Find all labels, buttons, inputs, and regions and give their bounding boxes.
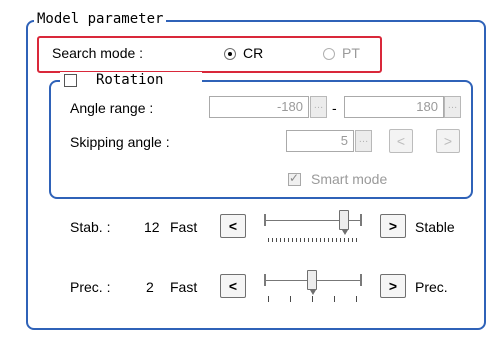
- slider-tick: [332, 238, 333, 242]
- slider-tick: [308, 238, 309, 242]
- prec-prec-label: Prec.: [415, 279, 448, 295]
- slider-tick: [300, 238, 301, 242]
- slider-tick: [312, 238, 313, 242]
- stab-value: 12: [144, 219, 160, 235]
- prec-slider-ticks: [268, 296, 358, 304]
- slider-tick: [352, 238, 353, 242]
- stab-slider-ticks: [268, 238, 358, 244]
- slider-tick: [276, 238, 277, 242]
- prec-decrease-button[interactable]: <: [220, 274, 246, 298]
- slider-tick: [334, 296, 335, 302]
- slider-tick: [268, 296, 269, 302]
- slider-tick: [290, 296, 291, 302]
- slider-tick: [348, 238, 349, 242]
- search-mode-label: Search mode :: [52, 45, 144, 61]
- stab-label: Stab. :: [70, 219, 111, 235]
- model-parameter-legend: Model parameter: [34, 11, 167, 27]
- slider-tick: [356, 296, 357, 302]
- angle-range-from-spinner[interactable]: …: [310, 96, 327, 118]
- slider-tick: [312, 296, 313, 302]
- angle-range-separator: -: [332, 100, 337, 116]
- slider-tick: [316, 238, 317, 242]
- stab-fast-label: Fast: [170, 219, 198, 235]
- radio-pt-label[interactable]: PT: [342, 44, 360, 62]
- prec-track-right-end: [360, 274, 362, 286]
- skipping-angle-label: Skipping angle :: [70, 134, 170, 150]
- rotation-checkbox[interactable]: [64, 74, 77, 87]
- angle-range-from-field[interactable]: -180: [209, 96, 309, 118]
- slider-tick: [280, 238, 281, 242]
- prec-value: 2: [146, 279, 154, 295]
- smart-mode-label[interactable]: Smart mode: [311, 170, 387, 188]
- slider-tick: [268, 238, 269, 242]
- rotation-legend: Rotation: [96, 72, 164, 88]
- angle-range-to-field[interactable]: 180: [344, 96, 444, 118]
- slider-tick: [288, 238, 289, 242]
- prec-slider-thumb[interactable]: [307, 270, 317, 295]
- angle-range-to-spinner[interactable]: …: [444, 96, 461, 118]
- prec-increase-button[interactable]: >: [380, 274, 406, 298]
- skipping-angle-prev-button[interactable]: <: [389, 129, 413, 153]
- skipping-angle-next-button[interactable]: >: [436, 129, 460, 153]
- stab-decrease-button[interactable]: <: [220, 214, 246, 238]
- prec-fast-label: Fast: [170, 279, 198, 295]
- skipping-angle-spinner[interactable]: …: [355, 130, 372, 152]
- slider-tick: [344, 238, 345, 242]
- stab-increase-button[interactable]: >: [380, 214, 406, 238]
- checkmark-icon: ✓: [289, 171, 300, 185]
- slider-tick: [324, 238, 325, 242]
- slider-tick: [284, 238, 285, 242]
- skipping-angle-field[interactable]: 5: [286, 130, 354, 152]
- slider-tick: [356, 238, 357, 242]
- slider-tick: [320, 238, 321, 242]
- angle-range-label: Angle range :: [70, 100, 154, 116]
- stab-track-right-end: [360, 214, 362, 226]
- stab-stable-label: Stable: [415, 219, 455, 235]
- slider-tick: [304, 238, 305, 242]
- slider-tick: [292, 238, 293, 242]
- slider-tick: [272, 238, 273, 242]
- slider-tick: [296, 238, 297, 242]
- stab-slider-thumb[interactable]: [339, 210, 350, 235]
- smart-mode-checkbox[interactable]: ✓: [288, 171, 301, 186]
- slider-tick: [340, 238, 341, 242]
- slider-tick: [328, 238, 329, 242]
- radio-cr[interactable]: [224, 48, 236, 60]
- prec-label: Prec. :: [70, 279, 111, 295]
- slider-tick: [336, 238, 337, 242]
- radio-cr-label[interactable]: CR: [243, 44, 263, 62]
- radio-pt[interactable]: [323, 48, 335, 60]
